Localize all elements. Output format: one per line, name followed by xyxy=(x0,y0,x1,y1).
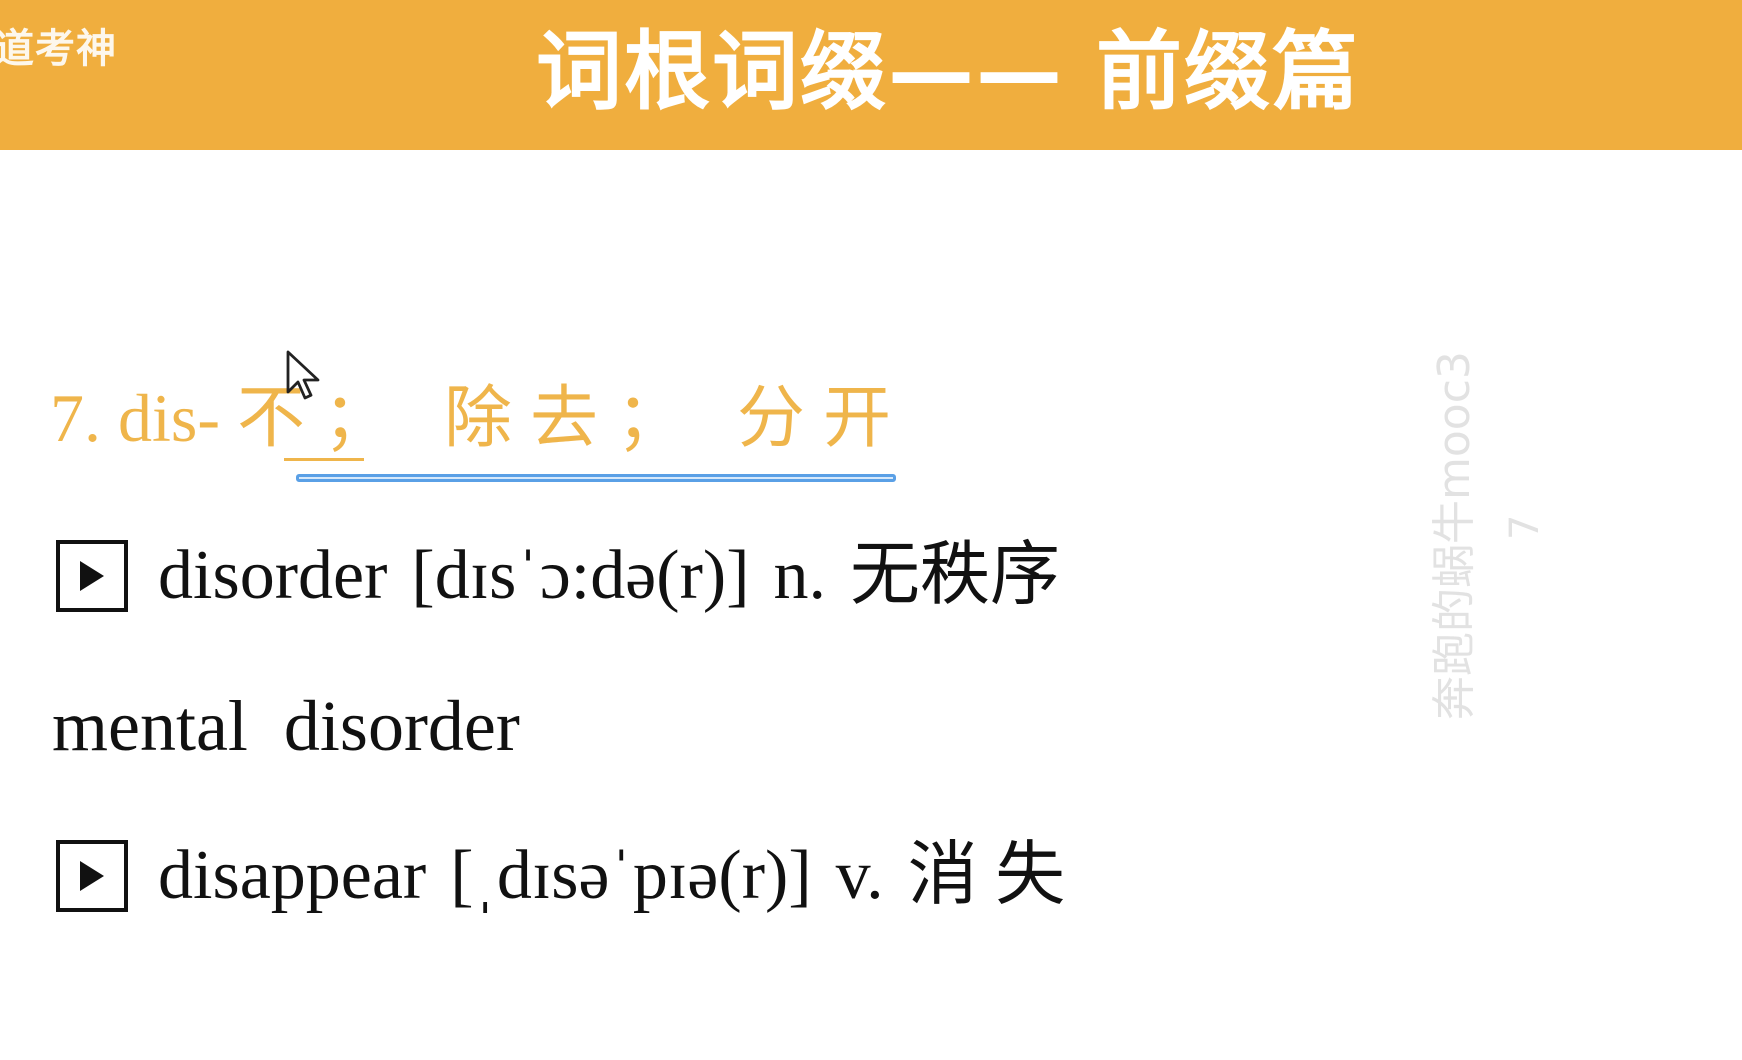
word-entry-disappear: disappear [ˌdɪsəˈpɪə(r)] v. 消 失 xyxy=(56,834,1065,918)
section-meaning: 不； 除去； 分开 xyxy=(237,380,910,456)
entry-phonetic: [dɪsˈɔ:də(r)] xyxy=(411,537,750,614)
entry-meaning: 消 失 xyxy=(907,837,1066,914)
word-entry-disorder: disorder [dɪsˈɔ:də(r)] n. 无秩序 xyxy=(56,534,1060,618)
play-icon[interactable] xyxy=(56,840,128,912)
section-heading: 7. dis- 不； 除去； 分开 xyxy=(50,378,909,458)
example-phrase: mental disorder xyxy=(52,686,520,766)
entry-phonetic: [ˌdɪsəˈpɪə(r)] xyxy=(450,837,812,914)
watermark: 奔跑的蜗牛mooc3 xyxy=(1429,351,1480,720)
entry-pos: n. xyxy=(773,537,827,614)
entry-meaning: 无秩序 xyxy=(850,537,1061,614)
watermark-sub: 7 xyxy=(1502,514,1548,540)
entry-word: disorder xyxy=(158,537,388,614)
page-title: 词根词缀—— 前缀篇 xyxy=(536,22,1360,122)
header-banner: 道考神 词根词缀—— 前缀篇 xyxy=(0,0,1742,150)
section-number: 7. xyxy=(50,380,101,456)
entry-pos: v. xyxy=(835,837,884,914)
meaning-underline xyxy=(284,458,364,461)
section-prefix: dis- xyxy=(118,380,220,456)
corner-logo: 道考神 xyxy=(0,26,117,72)
play-icon[interactable] xyxy=(56,540,128,612)
entry-word: disappear xyxy=(158,837,427,914)
highlight-underline xyxy=(296,474,896,482)
mouse-pointer-icon xyxy=(286,350,320,400)
slide: 道考神 词根词缀—— 前缀篇 7. dis- 不； 除去； 分开 disorde… xyxy=(0,0,1742,1060)
